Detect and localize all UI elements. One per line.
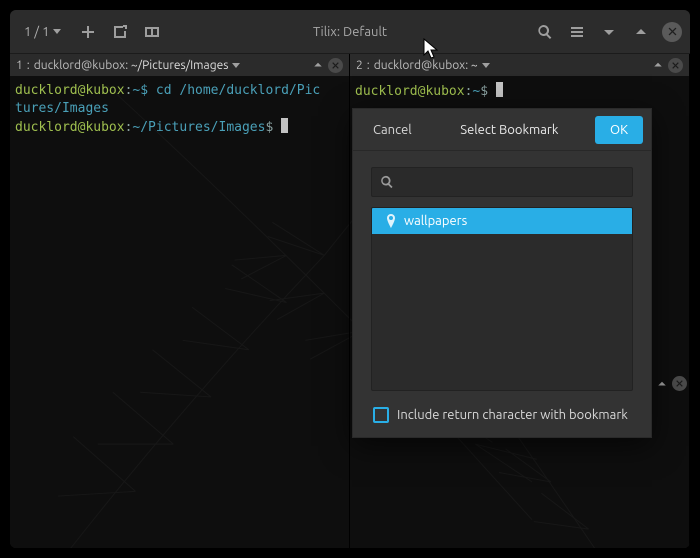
prompt-cmd-wrap1: ~$ cd /home/ducklord/Pic bbox=[132, 83, 320, 98]
pane-user: ducklord@kubox bbox=[374, 59, 465, 72]
dialog-body: wallpapers Include return character with… bbox=[353, 151, 651, 437]
close-pane-button[interactable] bbox=[328, 58, 343, 73]
search-button[interactable] bbox=[534, 21, 556, 43]
pane-tab-1[interactable]: 1: ducklord@kubox: ~/Pictures/Images bbox=[10, 54, 350, 76]
prompt-symbol: $ bbox=[480, 84, 488, 99]
pane-index: 1 bbox=[16, 59, 23, 72]
close-window-button[interactable] bbox=[662, 22, 682, 42]
bookmark-label: wallpapers bbox=[404, 214, 467, 228]
prompt-user: ducklord@kubox bbox=[15, 120, 125, 135]
pane-user: ducklord@kubox bbox=[34, 59, 125, 72]
checkbox-icon[interactable] bbox=[373, 407, 389, 423]
prompt-user: ducklord@kubox bbox=[355, 84, 465, 99]
cursor-block-icon bbox=[281, 118, 288, 133]
terminal-pane-1[interactable]: ducklord@kubox:~$ cd /home/ducklord/Pic … bbox=[10, 76, 350, 548]
pane-tab-strip: 1: ducklord@kubox: ~/Pictures/Images 2: … bbox=[10, 54, 690, 76]
pane-path: ~ bbox=[471, 59, 478, 72]
chevron-down-icon[interactable] bbox=[232, 63, 240, 68]
close-session-button[interactable] bbox=[672, 376, 687, 391]
new-window-button[interactable] bbox=[109, 21, 131, 43]
pane-tab-2[interactable]: 2: ducklord@kubox: ~ bbox=[350, 54, 690, 76]
layout-button[interactable] bbox=[141, 21, 163, 43]
ok-button[interactable]: OK bbox=[595, 116, 643, 144]
collapsed-session-handle[interactable] bbox=[656, 376, 687, 391]
minimize-button[interactable] bbox=[598, 21, 620, 43]
dialog-title: Select Bookmark bbox=[424, 123, 595, 137]
maximize-pane-icon[interactable] bbox=[652, 59, 664, 71]
chevron-down-icon bbox=[53, 29, 61, 34]
select-bookmark-dialog: Cancel Select Bookmark OK wallpapers Inc… bbox=[352, 108, 652, 438]
bookmark-list[interactable]: wallpapers bbox=[371, 207, 633, 391]
chevron-up-icon bbox=[656, 378, 668, 390]
terminal-line: ducklord@kubox:~$ bbox=[355, 82, 684, 101]
titlebar: 1 / 1 Tilix: Default bbox=[10, 10, 690, 54]
terminal-line: tures/Images bbox=[15, 100, 344, 118]
bookmark-pin-icon bbox=[386, 214, 396, 228]
bookmark-search-field[interactable] bbox=[371, 167, 633, 197]
prompt-path: ~/Pictures/Images bbox=[132, 120, 265, 135]
pane-path: ~/Pictures/Images bbox=[131, 59, 229, 72]
maximize-pane-icon[interactable] bbox=[312, 59, 324, 71]
cursor-block-icon bbox=[496, 82, 503, 97]
terminal-line: ducklord@kubox:~/Pictures/Images$ bbox=[15, 118, 344, 137]
bookmark-item-selected[interactable]: wallpapers bbox=[372, 208, 632, 234]
include-return-checkbox-row[interactable]: Include return character with bookmark bbox=[371, 407, 633, 423]
session-switcher[interactable]: 1 / 1 bbox=[18, 25, 67, 39]
prompt-user: ducklord@kubox bbox=[15, 83, 125, 98]
chevron-down-icon[interactable] bbox=[482, 63, 490, 68]
dialog-header: Cancel Select Bookmark OK bbox=[353, 109, 651, 151]
close-pane-button[interactable] bbox=[668, 58, 683, 73]
pane-index: 2 bbox=[356, 59, 363, 72]
add-session-button[interactable] bbox=[77, 21, 99, 43]
maximize-button[interactable] bbox=[630, 21, 652, 43]
bookmark-search-input[interactable] bbox=[400, 175, 624, 190]
session-label: 1 / 1 bbox=[24, 25, 49, 39]
prompt-symbol: $ bbox=[265, 120, 273, 135]
cancel-button[interactable]: Cancel bbox=[361, 116, 424, 144]
terminal-line: ducklord@kubox:~$ cd /home/ducklord/Pic bbox=[15, 82, 344, 100]
hamburger-menu-button[interactable] bbox=[566, 21, 588, 43]
prompt-cmd-wrap2: tures/Images bbox=[15, 101, 109, 116]
window-title: Tilix: Default bbox=[313, 25, 387, 39]
checkbox-label: Include return character with bookmark bbox=[397, 408, 628, 422]
search-icon bbox=[380, 175, 394, 189]
